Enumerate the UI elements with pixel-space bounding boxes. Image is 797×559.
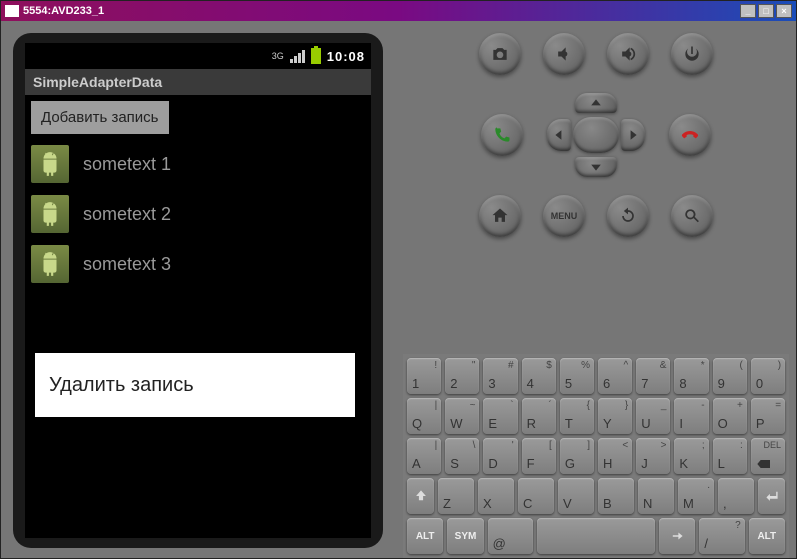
key-Y[interactable]: Y} [598,398,632,434]
window-title: 5554:AVD233_1 [23,5,104,17]
key-6[interactable]: 6^ [598,358,632,394]
key-@[interactable]: @ [488,518,533,554]
key-9[interactable]: 9( [713,358,747,394]
android-icon [31,245,69,283]
key-E[interactable]: E` [483,398,517,434]
window-body: 3G 10:08 SimpleAdapterData Добавить запи… [1,21,796,558]
android-icon [31,145,69,183]
key-/[interactable]: /? [699,518,744,554]
list-item[interactable]: sometext 1 [25,142,371,192]
key-W[interactable]: W~ [445,398,479,434]
key-N[interactable]: N [638,478,674,514]
key-row-2: Q|W~E`R´T{Y}U_I-O+P= [407,398,785,434]
key-K[interactable]: K; [674,438,708,474]
key-J[interactable]: J> [636,438,670,474]
key-Z[interactable]: Z [438,478,474,514]
key-3[interactable]: 3# [483,358,517,394]
dpad-left[interactable] [547,119,571,151]
home-button[interactable] [479,195,521,237]
key-alt[interactable]: ALT [407,518,443,554]
key-5[interactable]: 5% [560,358,594,394]
end-call-button[interactable] [669,114,711,156]
key-R[interactable]: R´ [522,398,556,434]
item-list: sometext 1 sometext 2 some [25,142,371,292]
add-record-button[interactable]: Добавить запись [31,101,169,134]
key-C[interactable]: C [518,478,554,514]
list-item[interactable]: sometext 2 [25,192,371,242]
close-button[interactable]: × [776,4,792,18]
key-4[interactable]: 4$ [522,358,556,394]
signal-icon [290,49,305,63]
android-icon [31,195,69,233]
key-A[interactable]: A| [407,438,441,474]
key-P[interactable]: P= [751,398,785,434]
key-7[interactable]: 7& [636,358,670,394]
menu-button[interactable]: MENU [543,195,585,237]
dpad-right[interactable] [621,119,645,151]
key-D[interactable]: D' [483,438,517,474]
emulator-window: 5554:AVD233_1 _ □ × 3G 10:08 SimpleAdapt… [0,0,797,559]
camera-button[interactable] [479,33,521,75]
key-,[interactable]: , [718,478,754,514]
volume-down-button[interactable] [543,33,585,75]
key-V[interactable]: V [558,478,594,514]
battery-icon [311,48,321,64]
key-X[interactable]: X [478,478,514,514]
key-L[interactable]: L: [713,438,747,474]
app-body: Добавить запись sometext 1 s [25,95,371,538]
list-item-label: sometext 3 [83,254,171,275]
key-space[interactable] [537,518,655,554]
phone-frame: 3G 10:08 SimpleAdapterData Добавить запи… [13,33,383,548]
key-H[interactable]: H< [598,438,632,474]
key-8[interactable]: 8* [674,358,708,394]
key-row-4: ZXCVBNM., [407,478,785,514]
list-item-label: sometext 2 [83,204,171,225]
window-titlebar: 5554:AVD233_1 _ □ × [1,1,796,21]
maximize-button[interactable]: □ [758,4,774,18]
key-2[interactable]: 2" [445,358,479,394]
window-icon [5,5,19,17]
key-S[interactable]: S\ [445,438,479,474]
key-sym[interactable]: SYM [447,518,483,554]
key-row-1: 1!2"3#4$5%6^7&8*9(0) [407,358,785,394]
list-item[interactable]: sometext 3 [25,242,371,292]
dpad-center[interactable] [573,117,619,153]
search-button[interactable] [671,195,713,237]
volume-up-button[interactable] [607,33,649,75]
call-button[interactable] [481,114,523,156]
key-row-5: ALTSYM@/?ALT [407,518,785,554]
power-button[interactable] [671,33,713,75]
network-label: 3G [272,51,284,61]
key-I[interactable]: I- [674,398,708,434]
key-T[interactable]: T{ [560,398,594,434]
context-menu-delete[interactable]: Удалить запись [35,353,355,417]
phone-screen: 3G 10:08 SimpleAdapterData Добавить запи… [25,43,371,538]
status-bar: 3G 10:08 [25,43,371,69]
key-right[interactable] [659,518,695,554]
key-O[interactable]: O+ [713,398,747,434]
key-shift[interactable] [407,478,434,514]
key-F[interactable]: F[ [522,438,556,474]
hardware-keyboard: 1!2"3#4$5%6^7&8*9(0) Q|W~E`R´T{Y}U_I-O+P… [403,354,789,558]
key-row-3: A|S\D'F[G]H<J>K;L:DEL [407,438,785,474]
key-0[interactable]: 0) [751,358,785,394]
key-alt[interactable]: ALT [749,518,785,554]
key-G[interactable]: G] [560,438,594,474]
dpad-up[interactable] [575,93,617,113]
key-U[interactable]: U_ [636,398,670,434]
back-button[interactable] [607,195,649,237]
hardware-controls: MENU [411,33,781,333]
key-del[interactable]: DEL [751,438,785,474]
key-B[interactable]: B [598,478,634,514]
app-title: SimpleAdapterData [25,69,371,95]
key-1[interactable]: 1! [407,358,441,394]
key-M[interactable]: M. [678,478,714,514]
key-enter[interactable] [758,478,785,514]
dpad-down[interactable] [575,157,617,177]
status-clock: 10:08 [327,49,365,64]
dpad [541,93,651,177]
list-item-label: sometext 1 [83,154,171,175]
key-Q[interactable]: Q| [407,398,441,434]
minimize-button[interactable]: _ [740,4,756,18]
